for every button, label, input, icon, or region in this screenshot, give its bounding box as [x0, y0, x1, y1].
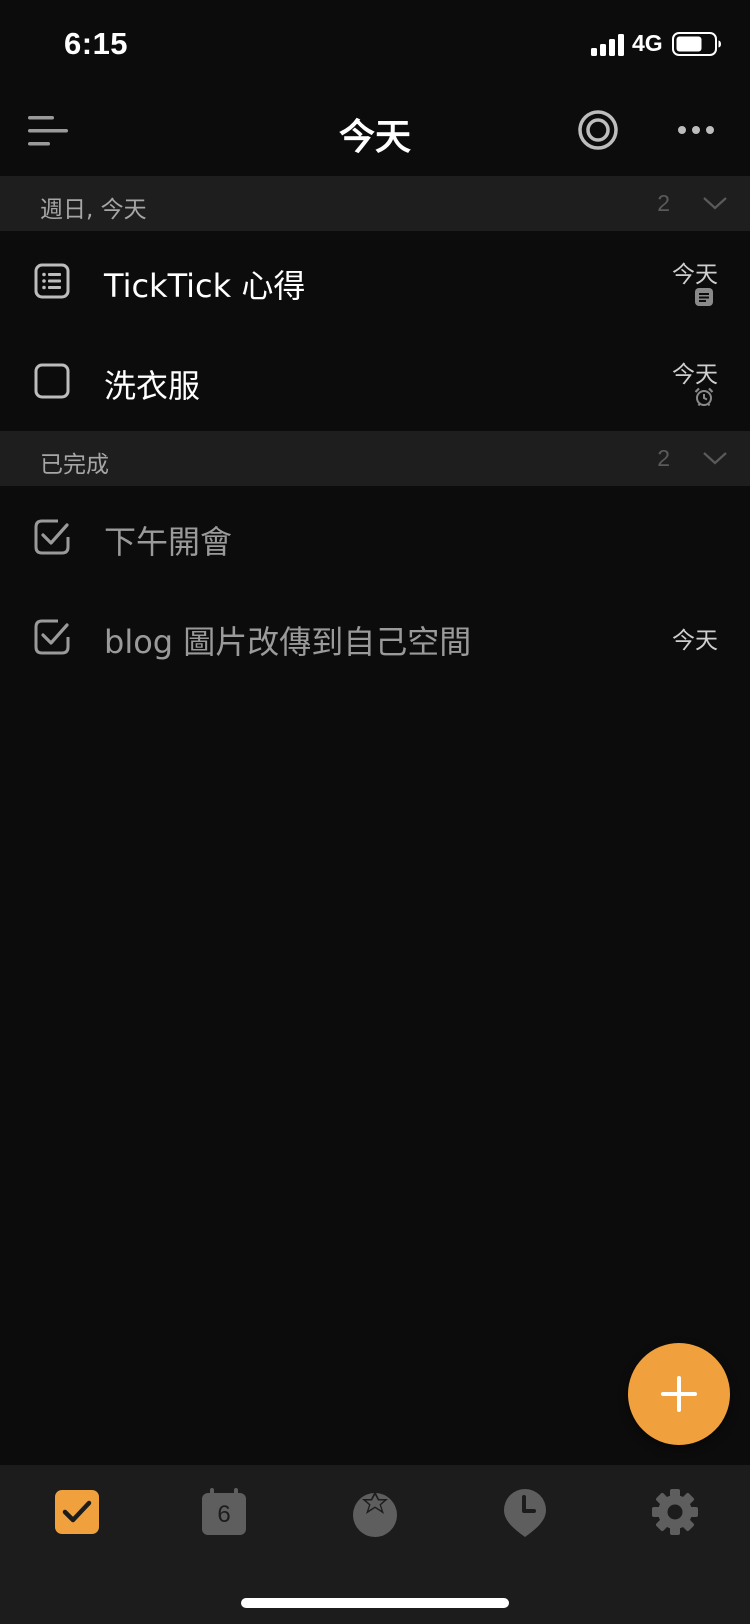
add-task-button[interactable] [628, 1343, 730, 1445]
section-count: 2 [657, 190, 670, 216]
completed-task-row[interactable]: 下午開會 [0, 487, 750, 587]
task-date: 今天 [672, 262, 718, 288]
tab-tasks-icon[interactable] [52, 1487, 102, 1537]
battery-icon [672, 32, 721, 56]
tab-calendar[interactable]: 6 [199, 1487, 249, 1537]
section-label: 已完成 [40, 452, 109, 478]
plus-icon [661, 1376, 697, 1412]
task-date: 今天 [672, 362, 718, 388]
focus-view-icon[interactable] [576, 108, 620, 152]
checked-checkbox-icon[interactable] [34, 519, 70, 555]
status-bar: 6:15 4G [0, 0, 750, 90]
section-completed[interactable]: 已完成 2 [0, 431, 750, 486]
calendar-day-number: 6 [217, 1501, 231, 1528]
status-time: 6:15 [64, 26, 129, 61]
network-type: 4G [632, 30, 663, 56]
tab-settings-icon[interactable] [650, 1487, 700, 1537]
chevron-down-icon[interactable] [702, 192, 728, 214]
home-indicator[interactable] [241, 1598, 509, 1608]
completed-task-row[interactable]: blog 圖片改傳到自己空間 今天 [0, 587, 750, 687]
signal-icon [591, 34, 624, 56]
task-row[interactable]: 洗衣服 今天 [0, 331, 750, 431]
section-today[interactable]: 週日, 今天 2 [0, 176, 750, 231]
chevron-down-icon[interactable] [702, 447, 728, 469]
tab-pomodoro-icon[interactable] [500, 1487, 550, 1537]
task-date: 今天 [672, 628, 718, 654]
tab-habits-icon[interactable] [350, 1487, 400, 1537]
screen: 6:15 4G 今天 週日, 今天 2 TickTick 心得 今天 洗衣服 今… [0, 0, 750, 1624]
alarm-icon [694, 387, 714, 407]
task-row[interactable]: TickTick 心得 今天 [0, 231, 750, 331]
task-title: TickTick 心得 [104, 267, 306, 305]
task-title: 洗衣服 [104, 367, 201, 405]
task-title: 下午開會 [104, 523, 233, 561]
header: 今天 [0, 90, 750, 176]
task-title: blog 圖片改傳到自己空間 [104, 623, 472, 661]
checkbox-icon[interactable] [34, 363, 70, 399]
checked-checkbox-icon[interactable] [34, 619, 70, 655]
note-icon [695, 288, 713, 306]
section-count: 2 [657, 445, 670, 471]
more-options-icon[interactable] [676, 118, 720, 142]
section-label: 週日, 今天 [40, 197, 147, 223]
note-list-icon[interactable] [34, 263, 70, 299]
page-title: 今天 [338, 117, 411, 158]
